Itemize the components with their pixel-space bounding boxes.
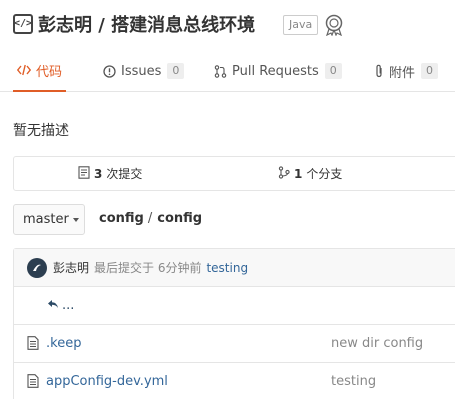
commits-label: 次提交 — [106, 167, 143, 181]
tab-attachments[interactable]: 附件 0 — [374, 50, 439, 92]
file-name[interactable]: appConfig-dev.yml — [46, 374, 168, 389]
back-arrow-icon — [47, 298, 59, 313]
issue-icon — [103, 64, 116, 78]
chevron-down-icon — [72, 217, 79, 222]
code-icon — [17, 64, 31, 76]
commit-time: 最后提交于 6分钟前 — [94, 261, 202, 275]
pull-request-icon — [214, 64, 227, 78]
commits-icon — [78, 165, 90, 182]
tab-issues[interactable]: Issues 0 — [103, 50, 185, 92]
repo-stats: 3 次提交 1 个分支 — [13, 156, 455, 191]
branch-selector[interactable]: master — [13, 204, 85, 235]
file-commit-message[interactable]: testing — [331, 374, 376, 389]
parent-directory-label: ... — [62, 298, 75, 313]
repo-description: 暂无描述 — [13, 123, 69, 139]
branches-label: 个分支 — [306, 167, 343, 181]
commits-stat[interactable]: 3 次提交 — [78, 157, 142, 190]
file-icon — [27, 336, 39, 354]
breadcrumb-current: config — [157, 211, 203, 226]
file-row[interactable]: .keep new dir config — [14, 325, 455, 363]
repo-header: </> 彭志明 / 搭建消息总线环境 Java — [0, 0, 455, 50]
breadcrumb-parent[interactable]: config — [99, 211, 144, 226]
branches-stat[interactable]: 1 个分支 — [278, 157, 342, 190]
file-list: 彭志明 最后提交于 6分钟前 testing ... .keep new dir… — [13, 248, 455, 399]
tab-pull-requests[interactable]: Pull Requests 0 — [214, 50, 342, 92]
commit-message[interactable]: testing — [206, 261, 248, 275]
pull-requests-count: 0 — [324, 63, 342, 79]
parent-directory-link[interactable]: ... — [14, 287, 455, 325]
tab-attachments-label: 附件 — [389, 65, 416, 81]
tab-code[interactable]: 代码 — [13, 50, 67, 92]
file-commit-message[interactable]: new dir config — [331, 336, 423, 351]
breadcrumb: config / config — [99, 211, 202, 226]
commit-author[interactable]: 彭志明 — [53, 259, 89, 276]
repo-title[interactable]: 彭志明 / 搭建消息总线环境 — [38, 11, 255, 37]
tab-code-label: 代码 — [36, 64, 63, 80]
branch-name: master — [23, 212, 69, 227]
tab-pull-requests-label: Pull Requests — [232, 63, 319, 79]
repo-icon: </> — [13, 14, 33, 34]
avatar[interactable] — [27, 257, 47, 278]
breadcrumb-separator: / — [147, 211, 153, 226]
last-commit-row: 彭志明 最后提交于 6分钟前 testing — [14, 249, 455, 287]
branches-count: 1 — [294, 166, 303, 181]
tab-issues-label: Issues — [121, 63, 162, 79]
file-name[interactable]: .keep — [46, 336, 81, 351]
file-icon — [27, 374, 39, 392]
award-icon[interactable] — [324, 14, 344, 40]
attachment-icon — [374, 64, 384, 78]
commits-count: 3 — [94, 166, 103, 181]
repo-tabs: 代码 Issues 0 Pull Requests 0 附件 0 — [0, 50, 455, 92]
issues-count: 0 — [167, 63, 185, 79]
language-badge: Java — [283, 15, 319, 35]
file-row[interactable]: appConfig-dev.yml testing — [14, 363, 455, 399]
attachments-count: 0 — [421, 63, 439, 79]
branch-icon — [278, 165, 290, 182]
